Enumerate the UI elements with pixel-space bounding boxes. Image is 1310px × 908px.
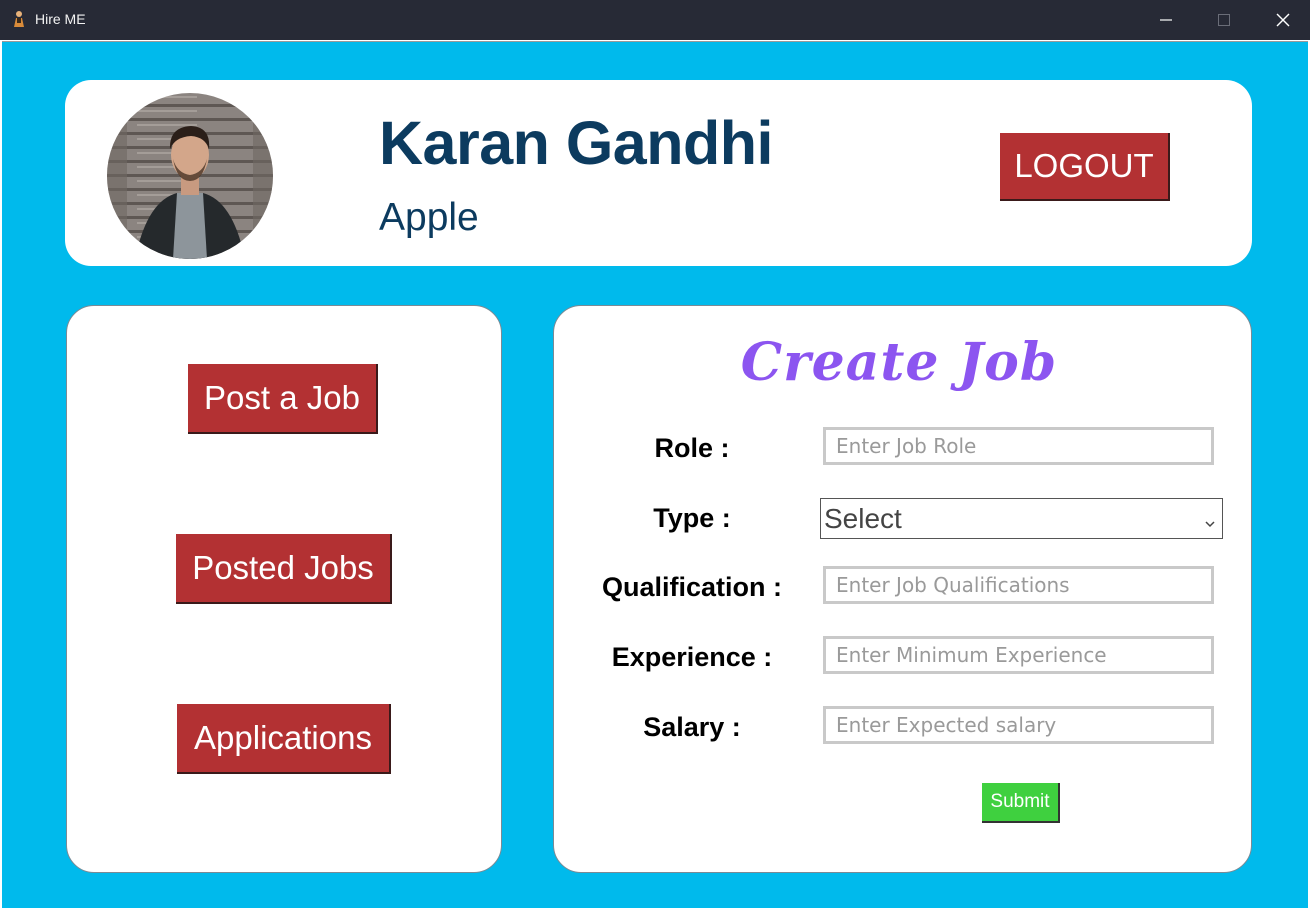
type-select[interactable]: Select [820,498,1223,539]
profile-header: Karan Gandhi Apple LOGOUT [65,80,1252,266]
avatar [107,93,273,259]
applications-button[interactable]: Applications [177,704,391,774]
profile-photo [107,93,273,259]
salary-label: Salary : [643,712,741,742]
post-job-button[interactable]: Post a Job [188,364,378,434]
close-button[interactable] [1254,0,1310,40]
sidebar-panel: Post a Job Posted Jobs Applications [66,305,502,873]
qualification-input[interactable]: Enter Job Qualifications [823,566,1214,604]
app-background: Karan Gandhi Apple LOGOUT Post a Job Pos… [2,41,1308,908]
window-title-bar: Hire ME [0,0,1310,40]
window-title: Hire ME [35,11,86,27]
minimize-icon [1160,19,1172,21]
role-input[interactable]: Enter Job Role [823,427,1214,465]
maximize-icon [1218,14,1230,26]
posted-jobs-button[interactable]: Posted Jobs [176,534,392,604]
close-icon [1276,13,1290,27]
chevron-down-icon [1204,509,1216,541]
salary-input[interactable]: Enter Expected salary [823,706,1214,744]
person-icon [12,10,26,28]
experience-input[interactable]: Enter Minimum Experience [823,636,1214,674]
experience-label: Experience : [611,642,773,672]
user-name: Karan Gandhi [379,109,773,177]
logout-button[interactable]: LOGOUT [1000,133,1170,201]
submit-button[interactable]: Submit [982,783,1060,823]
type-select-value: Select [824,502,902,534]
form-title: Create Job [740,332,1058,393]
qualification-label: Qualification : [601,572,782,602]
maximize-button[interactable] [1195,0,1253,40]
create-job-panel: Create Job Role : Enter Job Role Type : … [553,305,1252,873]
role-label: Role : [654,433,730,463]
minimize-button[interactable] [1137,0,1195,40]
company-name: Apple [379,196,479,239]
type-label: Type : [653,503,731,533]
